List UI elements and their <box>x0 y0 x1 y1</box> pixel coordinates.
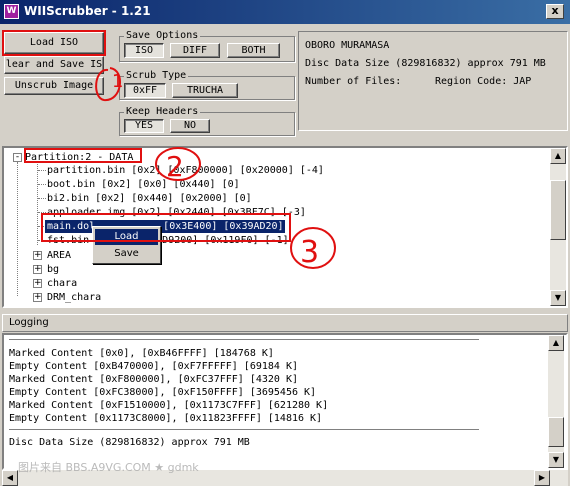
scroll-down-icon[interactable]: ▼ <box>550 290 566 306</box>
log-line: Marked Content [0x0], [0xB46FFFF] [18476… <box>9 348 274 359</box>
expand-drm-chara-icon[interactable]: + <box>33 293 42 302</box>
scroll-thumb[interactable] <box>550 180 566 240</box>
scroll-right-icon[interactable]: ▶ <box>534 470 550 486</box>
log-line: Empty Content [0xB470000], [0xF7FFFFF] [… <box>9 361 298 372</box>
scroll-up-icon[interactable]: ▲ <box>550 148 566 164</box>
save-iso-toggle[interactable]: ISO <box>124 43 164 58</box>
logging-header: Logging <box>2 314 568 332</box>
log-scroll-up-icon[interactable]: ▲ <box>548 335 564 351</box>
save-options-title: Save Options <box>124 30 201 41</box>
scrub-type-title: Scrub Type <box>124 70 189 81</box>
logging-output[interactable]: Marked Content [0x0], [0xB46FFFF] [18476… <box>2 333 568 470</box>
tree-folder-drm-chara[interactable]: DRM_chara <box>47 291 101 304</box>
scrub-0xff-toggle[interactable]: 0xFF <box>124 83 166 98</box>
region-code: Region Code: JAP <box>435 76 532 87</box>
number-of-files: Number of Files: <box>305 76 402 87</box>
tree-folder-chara[interactable]: chara <box>47 277 77 290</box>
log-separator <box>9 339 479 340</box>
expand-chara-icon[interactable]: + <box>33 279 42 288</box>
save-both-toggle[interactable]: BOTH <box>227 43 280 58</box>
log-scroll-thumb[interactable] <box>548 417 564 447</box>
watermark: 图片来自 BBS.A9VG.COM ★ gdmk <box>18 461 199 474</box>
log-vertical-scrollbar[interactable]: ▲ ▼ <box>548 335 564 468</box>
keep-headers-no-toggle[interactable]: NO <box>170 119 210 133</box>
scrub-trucha-toggle[interactable]: TRUCHA <box>172 83 238 98</box>
annotation-box-load-iso <box>2 30 106 56</box>
log-separator <box>9 429 479 430</box>
log-line: Empty Content [0x1173C8000], [0x11823FFF… <box>9 413 323 424</box>
tree-folder-area[interactable]: AREA <box>47 249 71 262</box>
log-line: Marked Content [0xF1510000], [0x1173C7FF… <box>9 400 329 411</box>
tree-node-partition-bin[interactable]: partition.bin [0x2] [0xF800000] [0x20000… <box>47 164 324 177</box>
disc-info-panel: OBORO MURAMASA Disc Data Size (829816832… <box>298 31 568 131</box>
clean-and-save-button[interactable]: lear and Save IS <box>4 56 104 74</box>
partition-collapse-icon[interactable]: - <box>13 153 22 162</box>
close-button[interactable]: x <box>546 4 564 19</box>
tree-root-line <box>17 162 18 296</box>
tree-vertical-scrollbar[interactable]: ▲ ▼ <box>550 148 566 306</box>
tree-branch <box>38 170 46 171</box>
save-diff-toggle[interactable]: DIFF <box>170 43 220 58</box>
keep-headers-title: Keep Headers <box>124 106 201 117</box>
keep-headers-yes-toggle[interactable]: YES <box>124 119 164 133</box>
tree-branch <box>38 184 46 185</box>
annotation-box-main-dol <box>41 213 291 242</box>
title-bar[interactable]: W WIIScrubber - 1.21 x <box>0 0 570 24</box>
tree-node-bi2-bin[interactable]: bi2.bin [0x2] [0x440] [0x2000] [0] <box>47 192 252 205</box>
disc-data-size: Disc Data Size (829816832) approx 791 MB <box>305 58 546 69</box>
tree-node-boot-bin[interactable]: boot.bin [0x2] [0x0] [0x440] [0] <box>47 178 240 191</box>
window-title: WIIScrubber - 1.21 <box>24 4 151 18</box>
expand-bg-icon[interactable]: + <box>33 265 42 274</box>
tree-folder-bg[interactable]: bg <box>47 263 59 276</box>
log-summary: Disc Data Size (829816832) approx 791 MB <box>9 437 250 448</box>
log-line: Empty Content [0xFC38000], [0xF150FFFF] … <box>9 387 317 398</box>
tree-child-line <box>37 162 38 245</box>
log-scroll-down-icon[interactable]: ▼ <box>548 452 564 468</box>
tree-branch <box>38 198 46 199</box>
unscrub-image-button[interactable]: Unscrub Image <box>4 77 104 95</box>
expand-area-icon[interactable]: + <box>33 251 42 260</box>
game-title: OBORO MURAMASA <box>305 40 390 51</box>
annotation-box-partition <box>24 148 142 163</box>
menu-item-save[interactable]: Save <box>95 246 158 262</box>
scroll-left-icon[interactable]: ◀ <box>2 470 18 486</box>
log-line: Marked Content [0xF800000], [0xFC37FFF] … <box>9 374 298 385</box>
app-icon: W <box>4 4 19 19</box>
